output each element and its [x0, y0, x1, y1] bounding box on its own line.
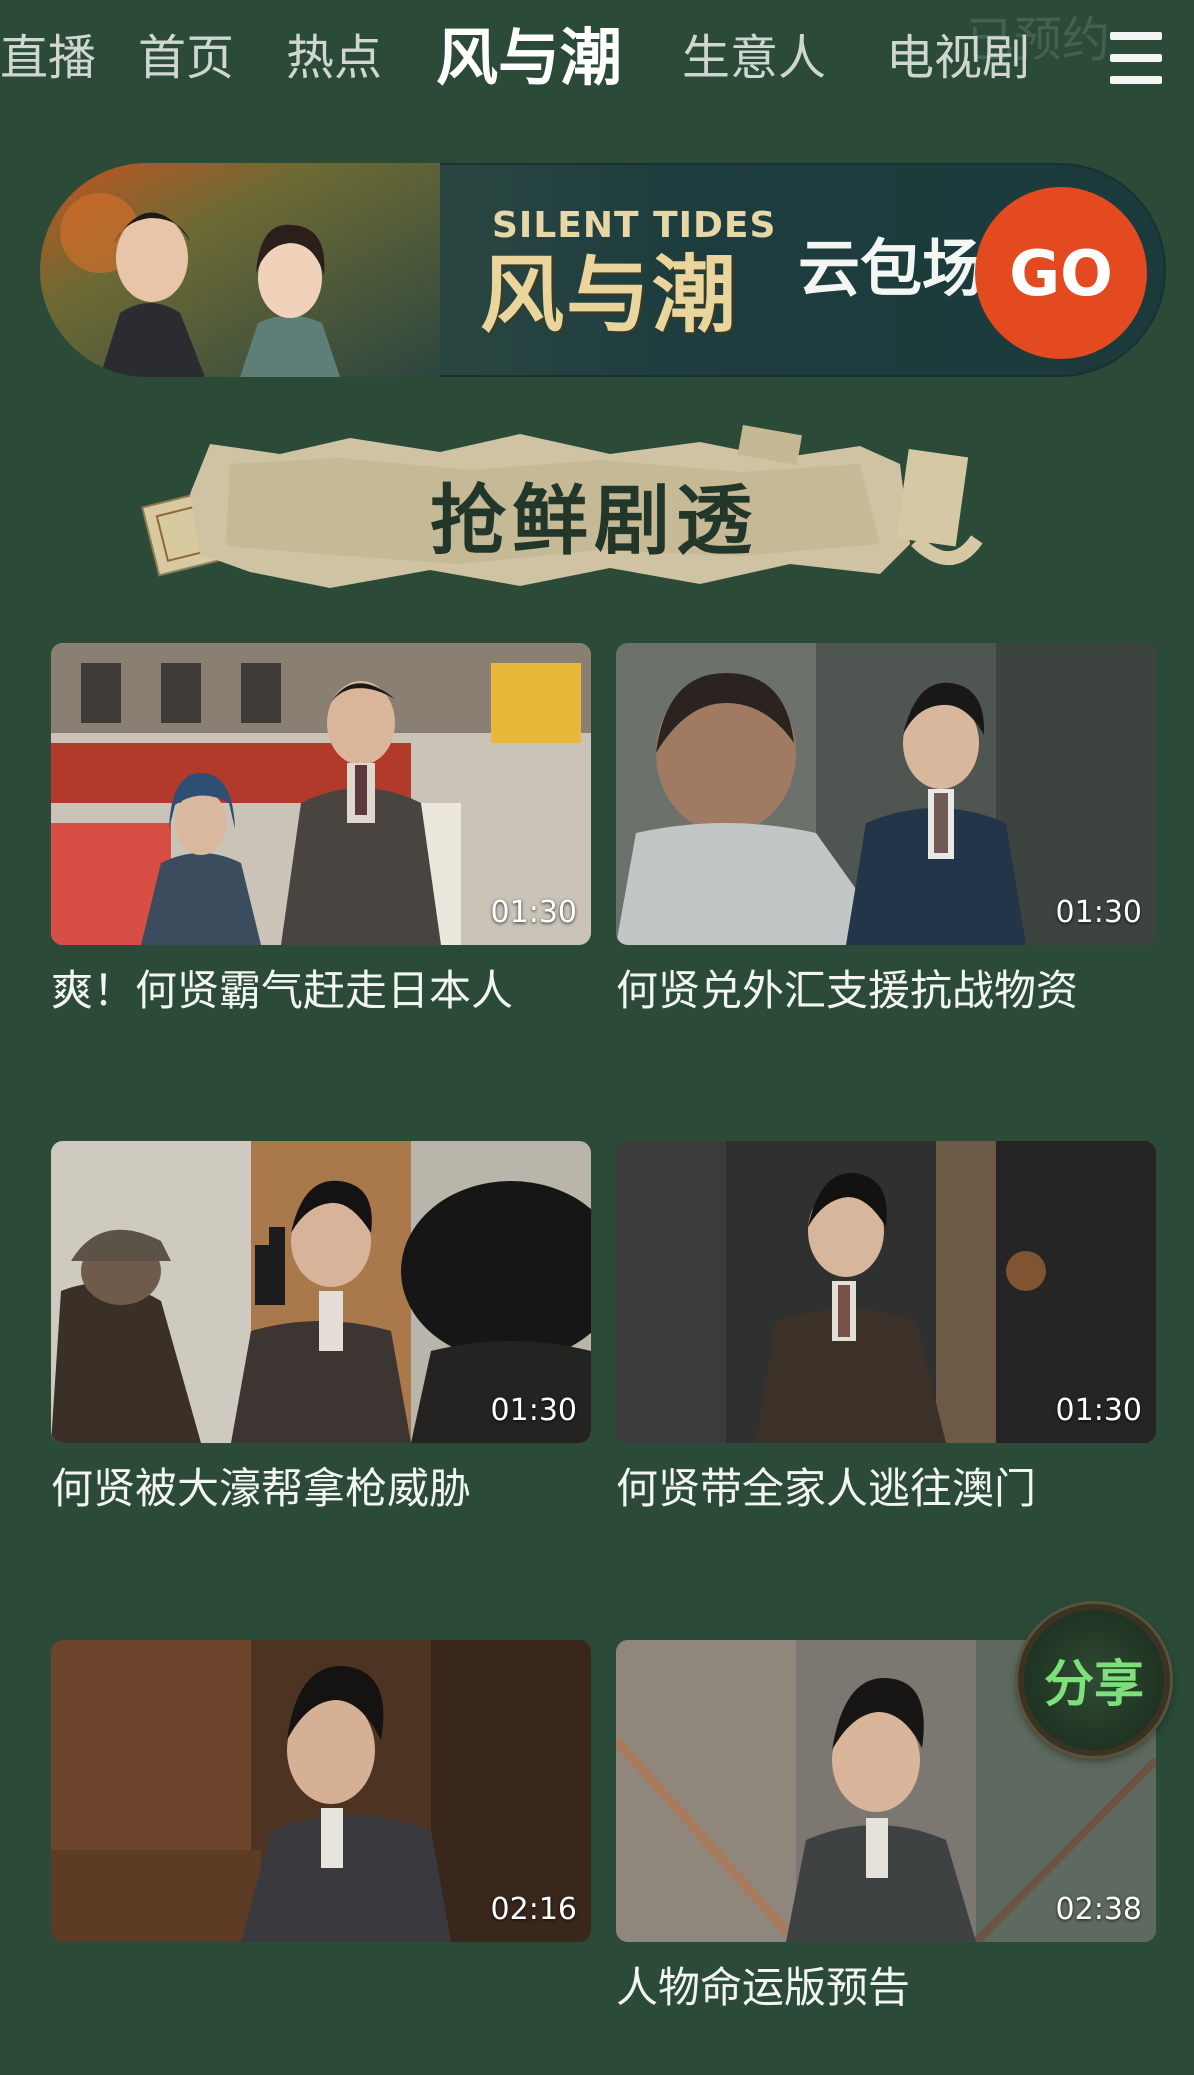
video-thumbnail[interactable]: 02:16 — [51, 1640, 591, 1942]
top-navigation: 直播 首页 热点 风与潮 生意人 电视剧 已预约 — [0, 0, 1194, 128]
video-thumbnail[interactable]: 01:30 — [616, 1141, 1156, 1443]
tab-hot[interactable]: 热点 — [286, 28, 382, 88]
video-thumbnail[interactable]: 01:30 — [51, 643, 591, 945]
video-thumbnail[interactable]: 01:30 — [616, 643, 1156, 945]
video-title[interactable]: 何贤兑外汇支援抗战物资 — [616, 963, 1078, 1019]
video-duration: 01:30 — [1055, 895, 1142, 930]
reserved-label: 已预约 — [965, 12, 1110, 68]
video-duration: 01:30 — [490, 1393, 577, 1428]
video-duration: 02:16 — [490, 1892, 577, 1927]
section-title: 抢鲜剧透 — [430, 476, 758, 565]
tab-businessman[interactable]: 生意人 — [682, 28, 826, 88]
section-header: 抢鲜剧透 — [140, 424, 1040, 604]
tab-silent-tides[interactable]: 风与潮 — [436, 22, 622, 94]
tab-home[interactable]: 首页 — [138, 28, 234, 88]
tab-live[interactable]: 直播 — [0, 28, 96, 88]
hamburger-menu-icon[interactable] — [1108, 30, 1164, 86]
video-title[interactable]: 何贤被大濠帮拿枪威胁 — [51, 1461, 471, 1517]
video-title[interactable]: 何贤带全家人逃往澳门 — [616, 1461, 1036, 1517]
banner-english-title: SILENT TIDES — [492, 205, 777, 246]
go-button[interactable]: GO — [975, 187, 1147, 359]
video-duration: 01:30 — [490, 895, 577, 930]
promo-banner[interactable]: SILENT TIDES 风与潮 云包场 GO — [40, 163, 1166, 377]
video-duration: 01:30 — [1055, 1393, 1142, 1428]
banner-poster-image — [40, 163, 440, 377]
banner-subtitle: 云包场 — [798, 232, 985, 305]
video-title[interactable]: 爽！何贤霸气赶走日本人 — [51, 963, 513, 1019]
video-duration: 02:38 — [1055, 1892, 1142, 1927]
video-thumbnail[interactable]: 01:30 — [51, 1141, 591, 1443]
video-title[interactable]: 人物命运版预告 — [616, 1960, 910, 2016]
banner-chinese-title: 风与潮 — [480, 246, 739, 344]
share-button[interactable]: 分享 — [1018, 1604, 1170, 1756]
